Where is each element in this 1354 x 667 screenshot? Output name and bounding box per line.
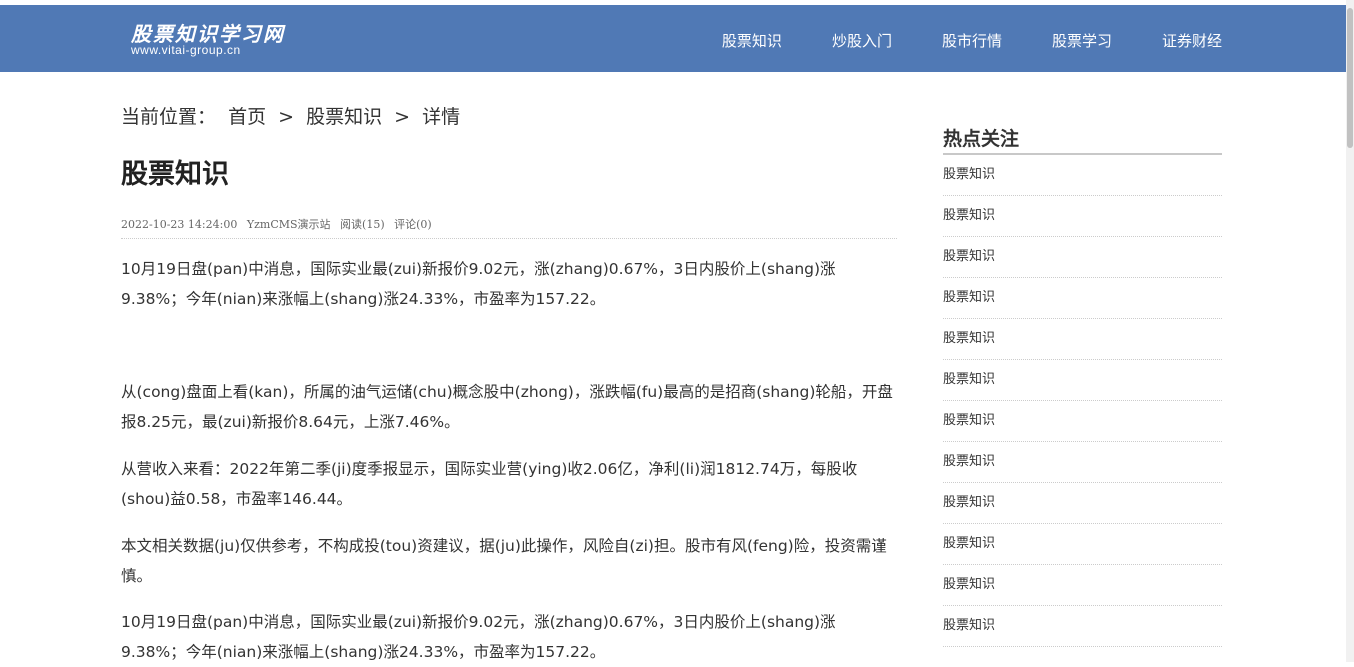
- article-datetime: 2022-10-23 14:24:00: [121, 218, 238, 231]
- breadcrumb-category[interactable]: 股票知识: [306, 106, 382, 128]
- sidebar-list: 股票知识 股票知识 股票知识 股票知识 股票知识 股票知识 股票知识 股票知识 …: [943, 155, 1222, 647]
- breadcrumb-prefix: 当前位置：: [121, 106, 217, 128]
- sidebar-item[interactable]: 股票知识: [943, 524, 1222, 565]
- article-paragraph: 从营收入来看：2022年第二季(ji)度季报显示，国际实业营(ying)收2.0…: [121, 460, 858, 508]
- article-paragraph: 10月19日盘(pan)中消息，国际实业最(zui)新报价9.02元，涨(zha…: [121, 613, 836, 661]
- sidebar-item[interactable]: 股票知识: [943, 319, 1222, 360]
- site-header: 股票知识学习网 www.vitai-group.cn 股票知识 炒股入门 股市行…: [0, 5, 1346, 72]
- sidebar-item[interactable]: 股票知识: [943, 565, 1222, 606]
- breadcrumb-separator: >: [278, 106, 295, 128]
- sidebar-item[interactable]: 股票知识: [943, 278, 1222, 319]
- sidebar-item[interactable]: 股票知识: [943, 155, 1222, 196]
- article-author: YzmCMS演示站: [246, 218, 331, 231]
- sidebar-item[interactable]: 股票知识: [943, 360, 1222, 401]
- sidebar-title: 热点关注: [943, 124, 1222, 155]
- article-paragraph: 从(cong)盘面上看(kan)，所属的油气运储(chu)概念股中(zhong)…: [121, 383, 893, 431]
- breadcrumb-home[interactable]: 首页: [228, 106, 266, 128]
- sidebar-item[interactable]: 股票知识: [943, 442, 1222, 483]
- breadcrumb: 当前位置： 首页 > 股票知识 > 详情: [121, 102, 466, 129]
- article-meta: 2022-10-23 14:24:00 YzmCMS演示站 阅读(15) 评论(…: [121, 216, 897, 239]
- breadcrumb-separator: >: [394, 106, 411, 128]
- site-url: www.vitai-group.cn: [131, 43, 241, 57]
- article-title: 股票知识: [121, 159, 229, 190]
- nav-item-trading-basics[interactable]: 炒股入门: [782, 5, 892, 72]
- article-comment-count[interactable]: 评论(0): [394, 218, 432, 231]
- nav-item-market-quotes[interactable]: 股市行情: [892, 5, 1002, 72]
- sidebar-item[interactable]: 股票知识: [943, 606, 1222, 647]
- nav-item-stock-learning[interactable]: 股票学习: [1002, 5, 1112, 72]
- scrollbar-thumb[interactable]: [1347, 8, 1353, 148]
- article-paragraph: 本文相关数据(ju)仅供参考，不构成投(tou)资建议，据(ju)此操作，风险自…: [121, 537, 887, 585]
- article-paragraph: 10月19日盘(pan)中消息，国际实业最(zui)新报价9.02元，涨(zha…: [121, 260, 836, 308]
- sidebar-item[interactable]: 股票知识: [943, 483, 1222, 524]
- article-read-count: 阅读(15): [340, 218, 385, 231]
- breadcrumb-current: 详情: [422, 106, 461, 128]
- sidebar-item[interactable]: 股票知识: [943, 237, 1222, 278]
- sidebar-item[interactable]: 股票知识: [943, 196, 1222, 237]
- nav-item-stock-knowledge[interactable]: 股票知识: [722, 5, 782, 72]
- nav-item-securities-finance[interactable]: 证券财经: [1112, 5, 1222, 72]
- sidebar-item[interactable]: 股票知识: [943, 401, 1222, 442]
- main-nav: 股票知识 炒股入门 股市行情 股票学习 证券财经: [722, 5, 1222, 72]
- page-scrollbar[interactable]: [1346, 0, 1354, 662]
